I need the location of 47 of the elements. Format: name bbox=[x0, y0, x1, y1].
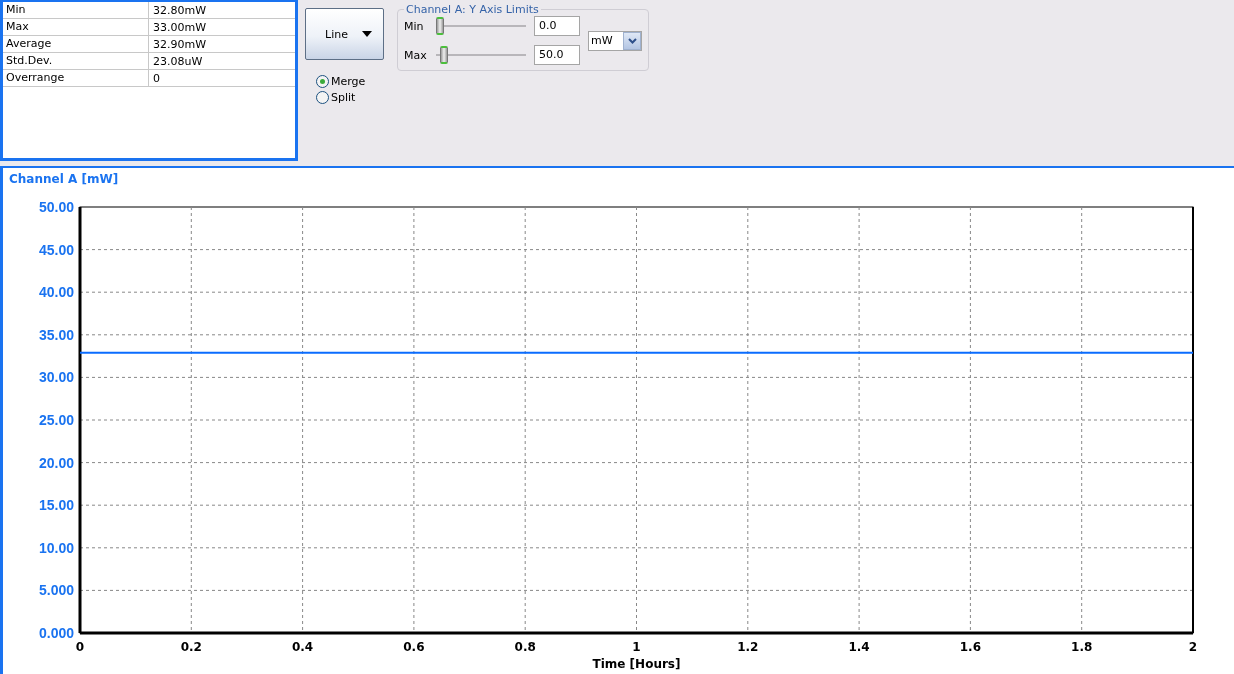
stat-value: 23.08uW bbox=[152, 54, 203, 68]
x-tick-label: 2 bbox=[1188, 640, 1198, 654]
y-tick-label: 10.00 bbox=[38, 539, 74, 556]
y-tick-label: 25.00 bbox=[38, 412, 74, 428]
x-axis-title: Time [Hours] bbox=[592, 657, 681, 671]
y-tick-label: 20.00 bbox=[38, 454, 74, 471]
y-tick-label: 40.00 bbox=[38, 284, 74, 301]
stat-value: 33.00mW bbox=[152, 20, 207, 34]
y-tick-label: 45.00 bbox=[38, 241, 74, 258]
stat-value: 0 bbox=[152, 71, 160, 85]
x-tick-label: 1.2 bbox=[737, 640, 759, 654]
radio-option[interactable]: Split bbox=[316, 91, 387, 104]
y-tick-label: 15.00 bbox=[38, 497, 74, 514]
x-tick-label: 1 bbox=[632, 640, 641, 654]
chart-title: Channel A [mW] bbox=[8, 171, 120, 188]
caret-icon bbox=[361, 31, 372, 37]
x-tick-label: 1.4 bbox=[848, 640, 870, 654]
x-tick-label: 0.2 bbox=[180, 640, 202, 654]
y-tick-label: 5.000 bbox=[38, 582, 74, 599]
group-title: Channel A: Y Axis Limits bbox=[405, 3, 540, 16]
y-tick-label: 35.00 bbox=[38, 326, 74, 343]
stat-label: Min bbox=[3, 2, 149, 18]
y-tick-label: 0.000 bbox=[38, 625, 74, 641]
y-tick-label: 30.00 bbox=[38, 369, 74, 386]
slider-thumb[interactable] bbox=[440, 46, 449, 64]
chevron-down-icon bbox=[627, 37, 637, 44]
stat-value: 32.80mW bbox=[152, 3, 207, 17]
x-tick-label: 1.8 bbox=[1071, 640, 1093, 654]
limit-input[interactable]: 0.0 bbox=[534, 16, 580, 36]
x-tick-label: 0.8 bbox=[514, 640, 536, 654]
limit-label: Min bbox=[404, 19, 425, 33]
x-tick-label: 0.4 bbox=[291, 640, 314, 654]
x-tick-label: 1.6 bbox=[959, 640, 982, 654]
slider-thumb[interactable] bbox=[436, 17, 444, 35]
x-tick-label: 0 bbox=[75, 640, 85, 654]
radio-option[interactable]: Merge bbox=[316, 75, 387, 88]
stat-label: Max bbox=[3, 19, 149, 35]
chart-type-dropdown[interactable]: Line bbox=[305, 8, 384, 60]
limit-label: Max bbox=[404, 48, 428, 62]
y-tick-label: 50.00 bbox=[38, 199, 74, 215]
stat-label: Overrange bbox=[3, 70, 149, 86]
stat-label: Average bbox=[3, 36, 149, 52]
stat-label: Std.Dev. bbox=[3, 53, 149, 69]
limit-input[interactable]: 50.0 bbox=[534, 45, 580, 65]
x-tick-label: 0.6 bbox=[403, 640, 425, 654]
stat-value: 32.90mW bbox=[152, 37, 207, 51]
unit-dropdown[interactable]: mW bbox=[588, 30, 642, 51]
